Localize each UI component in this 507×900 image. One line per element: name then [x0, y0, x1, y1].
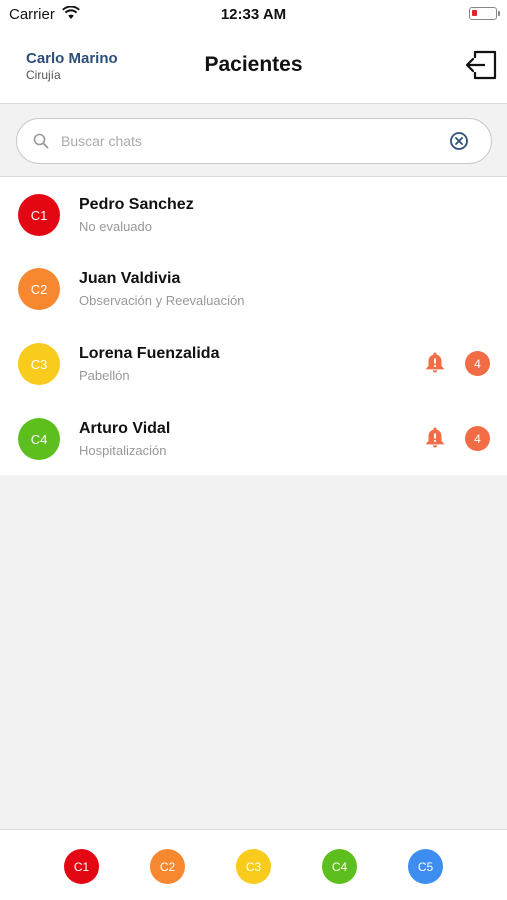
category-tab-c3[interactable]: C3: [236, 849, 271, 884]
category-tab-c4[interactable]: C4: [322, 849, 357, 884]
category-tab-c5[interactable]: C5: [408, 849, 443, 884]
patient-status: Hospitalización: [79, 443, 167, 458]
logout-icon: [465, 50, 497, 80]
search-box[interactable]: [16, 118, 492, 164]
category-tab-c2[interactable]: C2: [150, 849, 185, 884]
logout-button[interactable]: [462, 46, 500, 84]
battery-icon: [469, 7, 500, 20]
patient-status: No evaluado: [79, 219, 152, 234]
patient-row[interactable]: C2 Juan Valdivia Observación y Reevaluac…: [0, 251, 507, 325]
patient-name: Lorena Fuenzalida: [79, 345, 220, 362]
search-area: [0, 105, 507, 177]
clear-search-icon[interactable]: [449, 131, 469, 151]
clock: 12:33 AM: [220, 6, 287, 23]
patient-row[interactable]: C4 Arturo Vidal Hospitalización 4: [0, 401, 507, 475]
category-tab-bar: C1 C2 C3 C4 C5: [0, 829, 507, 900]
patient-name: Pedro Sanchez: [79, 196, 194, 213]
alert-bell-icon[interactable]: [423, 425, 447, 449]
patient-avatar: C2: [18, 268, 60, 310]
alert-bell-icon[interactable]: [423, 350, 447, 374]
search-icon: [33, 133, 49, 149]
patient-row[interactable]: C1 Pedro Sanchez No evaluado: [0, 177, 507, 251]
patient-row[interactable]: C3 Lorena Fuenzalida Pabellón 4: [0, 326, 507, 400]
category-tab-c1[interactable]: C1: [64, 849, 99, 884]
nav-bar: Carlo Marino Cirujía Pacientes: [0, 28, 507, 104]
user-name: Carlo Marino: [26, 50, 118, 67]
notification-count-badge: 4: [465, 351, 490, 376]
user-role: Cirujía: [26, 68, 61, 82]
search-input[interactable]: [61, 119, 441, 163]
patient-list: C1 Pedro Sanchez No evaluado C2 Juan Val…: [0, 177, 507, 475]
patient-status: Observación y Reevaluación: [79, 293, 245, 308]
patient-avatar: C4: [18, 418, 60, 460]
patient-avatar: C3: [18, 343, 60, 385]
patient-name: Arturo Vidal: [79, 420, 171, 437]
patient-name: Juan Valdivia: [79, 270, 181, 287]
notification-count-badge: 4: [465, 426, 490, 451]
patient-avatar: C1: [18, 194, 60, 236]
patient-status: Pabellón: [79, 368, 130, 383]
status-bar: Carrier 12:33 AM: [0, 0, 507, 28]
